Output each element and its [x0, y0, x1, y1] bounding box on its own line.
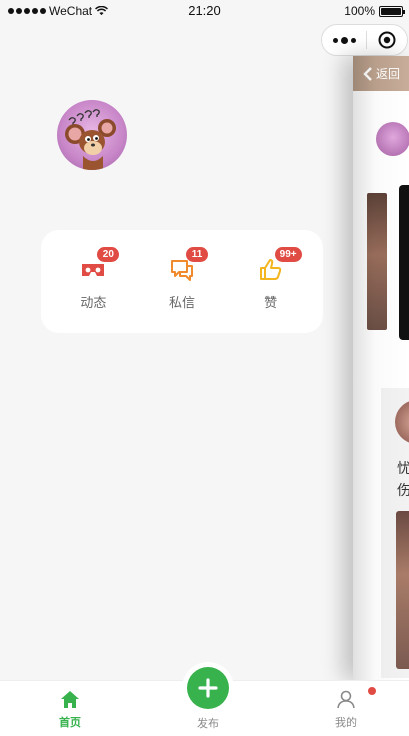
target-circle-icon[interactable] [367, 25, 407, 55]
stat-moments[interactable]: 20 动态 [58, 247, 128, 311]
exit-arrow-icon[interactable] [370, 694, 394, 718]
status-right: 100% [344, 4, 405, 18]
badge-likes: 99+ [274, 247, 302, 262]
post-image [367, 193, 387, 330]
user-icon [337, 690, 355, 709]
peek-post-text: 忧 伤 [397, 461, 409, 499]
battery-icon [379, 5, 405, 17]
post-image-dark [399, 185, 409, 340]
badge-moments: 20 [97, 247, 120, 262]
peek-header: 返回 [353, 56, 409, 91]
home-icon [61, 691, 79, 708]
back-label[interactable]: 返回 [376, 65, 400, 82]
publish-plus-button[interactable] [187, 667, 229, 709]
tab-label-me: 我的 [335, 716, 357, 729]
stat-likes[interactable]: 99+ 赞 [236, 247, 306, 311]
stat-messages[interactable]: 11 私信 [147, 247, 217, 311]
cartoon-mouse-avatar [65, 109, 116, 170]
tab-label-home: 首页 [59, 716, 81, 729]
plus-icon [198, 678, 218, 698]
stat-label-likes: 赞 [264, 296, 278, 311]
stat-label-messages: 私信 [168, 296, 195, 311]
tab-label-publish: 发布 [197, 717, 219, 730]
status-bar: WeChat 21:20 100% [0, 0, 409, 22]
back-arrow-icon[interactable] [363, 66, 373, 81]
badge-messages: 11 [185, 247, 208, 262]
more-dots-icon[interactable] [322, 25, 366, 55]
battery-percent: 100% [344, 4, 375, 18]
avatar[interactable] [57, 100, 127, 170]
peek-avatar [376, 122, 409, 156]
peek-post-image [396, 511, 409, 669]
tab-home[interactable]: 首页 [35, 681, 105, 736]
stat-label-moments: 动态 [80, 296, 107, 311]
stats-card: 20 动态 11 私信 99+ 赞 [41, 230, 323, 333]
capsule-menu [321, 24, 408, 56]
vr-glasses-icon [82, 264, 105, 276]
